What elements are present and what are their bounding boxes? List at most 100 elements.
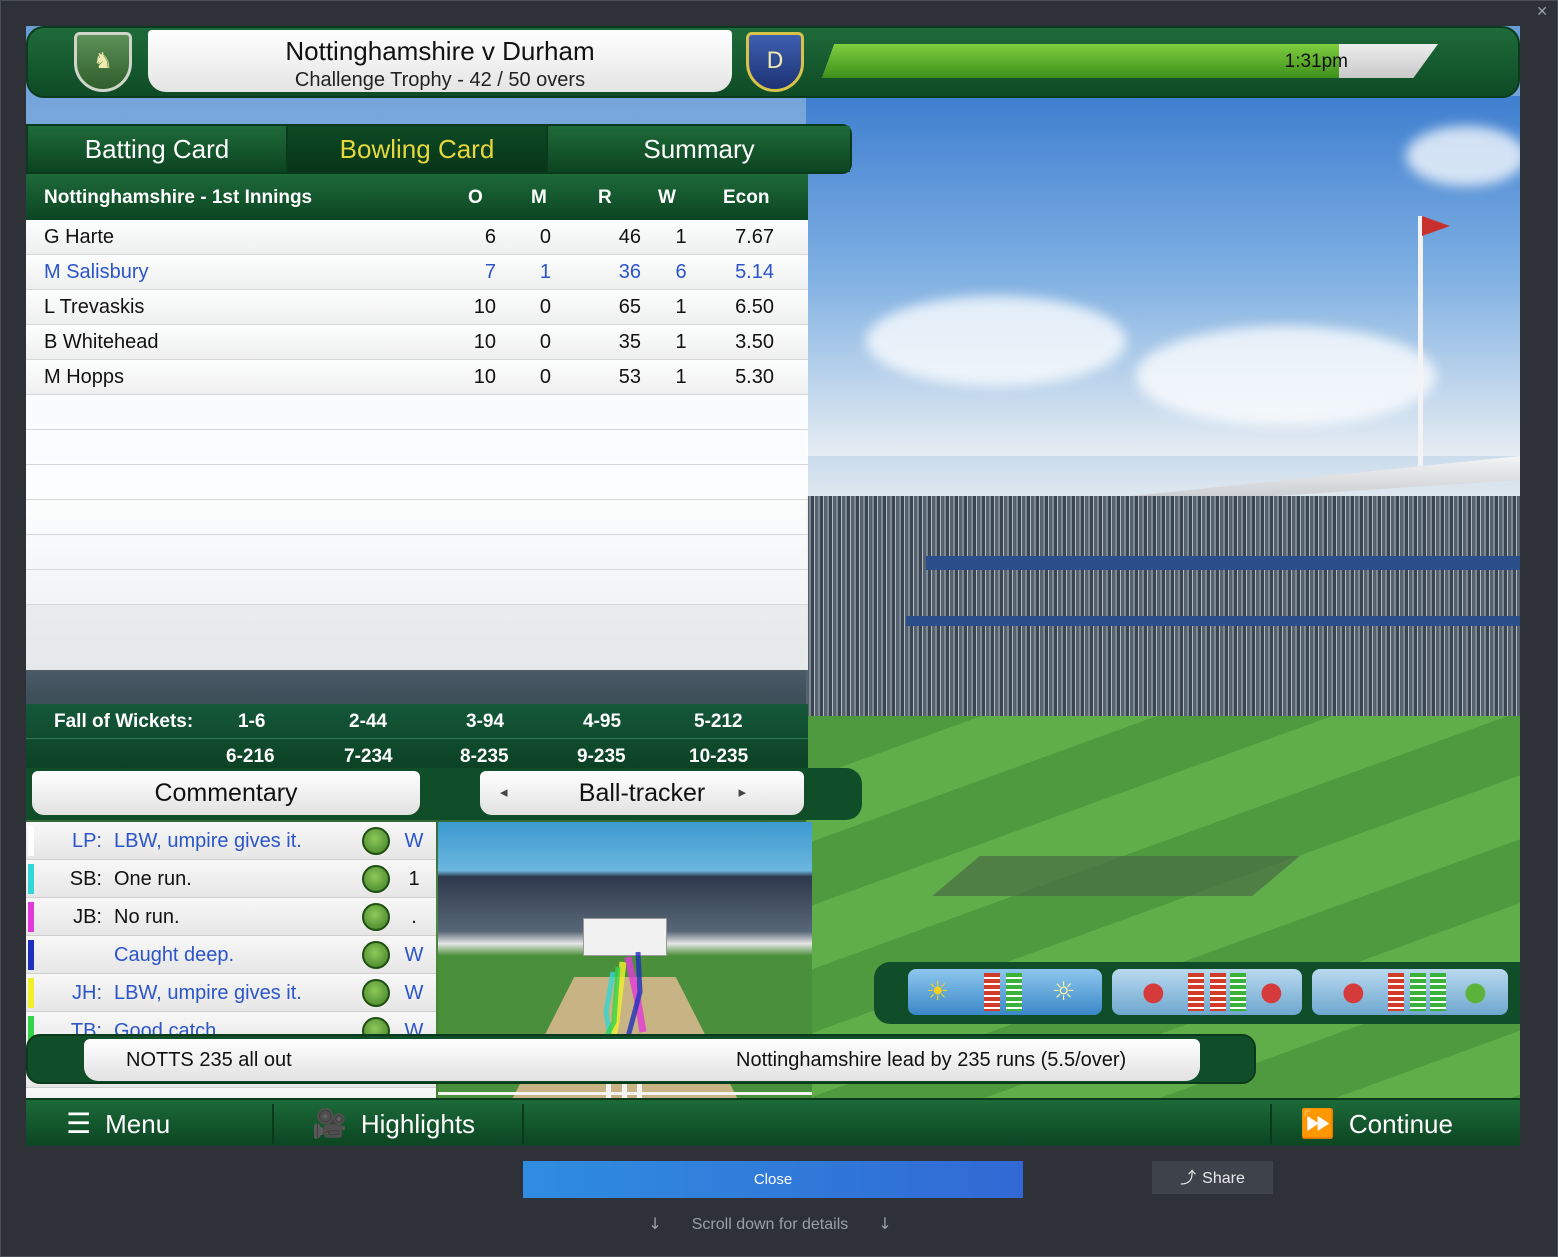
- maidens: 1: [539, 261, 551, 283]
- game-screenshot: ♞ Nottinghamshire v Durham Challenge Tro…: [26, 26, 1520, 1146]
- economy: 7.67: [735, 226, 774, 248]
- commentary-text: Caught deep.: [114, 944, 235, 966]
- ball-field-icon[interactable]: [362, 979, 390, 1007]
- table-row[interactable]: G Harte 6 0 46 1 7.67: [26, 220, 808, 255]
- ball-field-icon[interactable]: [362, 865, 390, 893]
- ball-result: W: [404, 830, 424, 852]
- col-runs: R: [598, 187, 612, 208]
- highlights-button[interactable]: 🎥 Highlights: [312, 1100, 475, 1146]
- sun-cloud-icon: ☀: [926, 977, 950, 1007]
- batsman-initials: JH:: [72, 982, 102, 1004]
- ball-box: ● ●: [1312, 969, 1508, 1015]
- overs: 7: [484, 261, 496, 283]
- menu-label: Menu: [105, 1109, 171, 1139]
- table-row[interactable]: M Salisbury 7 1 36 6 5.14: [26, 255, 808, 290]
- continue-label: Continue: [1348, 1109, 1453, 1139]
- table-header: Nottinghamshire - 1st Innings O M R W Ec…: [26, 174, 808, 220]
- fow-item: 2-44: [349, 711, 388, 732]
- economy: 5.30: [735, 366, 774, 388]
- col-wickets: W: [658, 187, 676, 208]
- batsman-color-marker: [28, 826, 34, 856]
- match-header: ♞ Nottinghamshire v Durham Challenge Tro…: [26, 26, 1520, 98]
- runs: 46: [618, 226, 641, 248]
- tab-ball-tracker[interactable]: ◂ Ball-tracker ▸: [480, 771, 804, 815]
- weather-box: ☀ ☼: [908, 969, 1102, 1015]
- ball-seam-icon: ●: [1342, 977, 1365, 1007]
- menu-list-icon: ☰: [66, 1107, 92, 1140]
- fow-item: 7-234: [344, 746, 393, 767]
- maidens: 0: [539, 331, 551, 353]
- continue-button[interactable]: ⏩ Continue: [1300, 1100, 1453, 1146]
- wickets: 1: [675, 366, 687, 388]
- ball-tracker-label: Ball-tracker: [578, 779, 706, 807]
- commentary-item[interactable]: SB: One run. 1: [26, 860, 436, 898]
- batsman-color-marker: [28, 864, 34, 894]
- fall-of-wickets: Fall of Wickets: 1-6 2-44 3-94 4-95 5-21…: [26, 704, 808, 774]
- commentary-item[interactable]: JH: LBW, umpire gives it. W: [26, 974, 436, 1012]
- lead-summary: Nottinghamshire lead by 235 runs (5.5/ov…: [736, 1049, 1127, 1071]
- runs: 53: [618, 366, 641, 388]
- match-subtitle: Challenge Trophy - 42 / 50 overs: [294, 69, 586, 91]
- innings-title: Nottinghamshire - 1st Innings: [44, 187, 313, 208]
- window-close-icon[interactable]: ✕: [1536, 4, 1548, 20]
- commentary-item[interactable]: Caught deep. W: [26, 936, 436, 974]
- close-button[interactable]: Close: [523, 1161, 1023, 1198]
- ball-result: .: [411, 906, 417, 928]
- tab-batting-card[interactable]: Batting Card: [28, 126, 288, 172]
- score-summary: NOTTS 235 all out: [126, 1049, 292, 1071]
- scorecard-panel: Batting Card Bowling Card Summary Nottin…: [26, 124, 862, 1146]
- batsman-color-marker: [28, 978, 34, 1008]
- ball-field-icon[interactable]: [362, 941, 390, 969]
- table-row[interactable]: M Hopps 10 0 53 1 5.30: [26, 360, 808, 395]
- commentary-item[interactable]: JB: No run..: [26, 898, 436, 936]
- ball-field-icon[interactable]: [362, 903, 390, 931]
- commentary-text: LBW, umpire gives it.: [114, 830, 302, 852]
- pitch-strip: [932, 856, 1300, 896]
- batsman-initials: SB:: [69, 868, 102, 890]
- maidens: 0: [539, 366, 551, 388]
- commentary-text: LBW, umpire gives it.: [114, 982, 302, 1004]
- fow-item: 3-94: [466, 711, 505, 732]
- conditions-panel[interactable]: ☀ ☼ ● ● ● ●: [874, 962, 1520, 1024]
- ball-result: W: [404, 982, 424, 1004]
- fow-item: 6-216: [226, 746, 275, 767]
- tab-summary[interactable]: Summary: [548, 126, 850, 172]
- grandstand: [806, 496, 1520, 726]
- share-label: Share: [1202, 1170, 1245, 1187]
- ball-field-icon[interactable]: [362, 827, 390, 855]
- fow-item: 10-235: [689, 746, 749, 767]
- fast-forward-icon: ⏩: [1300, 1107, 1335, 1140]
- commentary-text: No run.: [114, 906, 180, 928]
- flag-mast: [1418, 216, 1423, 466]
- bowler-name: G Harte: [44, 226, 115, 248]
- table-row[interactable]: L Trevaskis 10 0 65 1 6.50: [26, 290, 808, 325]
- fow-item: 1-6: [238, 711, 266, 732]
- next-arrow-icon[interactable]: ▸: [738, 771, 746, 815]
- scorecard-tabs: Batting Card Bowling Card Summary: [26, 124, 852, 174]
- col-overs: O: [468, 187, 483, 208]
- flag: [1422, 216, 1450, 236]
- bowler-name: L Trevaskis: [44, 296, 145, 318]
- light-bulb-icon: ☼: [1052, 977, 1076, 1007]
- match-title: Nottinghamshire v Durham: [285, 36, 595, 66]
- menu-button[interactable]: ☰ Menu: [66, 1100, 170, 1146]
- tab-commentary[interactable]: Commentary: [32, 771, 420, 815]
- commentary-tabs: Commentary ◂ Ball-tracker ▸: [26, 768, 862, 820]
- table-row[interactable]: B Whitehead 10 0 35 1 3.50: [26, 325, 808, 360]
- bottom-nav-bar: ☰ Menu 🎥 Highlights ⏩ Continue: [26, 1098, 1520, 1146]
- wickets: 6: [675, 261, 687, 283]
- share-button[interactable]: ⤴ Share: [1152, 1161, 1273, 1194]
- prev-arrow-icon[interactable]: ◂: [500, 771, 508, 815]
- overs: 10: [473, 296, 496, 318]
- bowler-name: M Salisbury: [44, 261, 149, 283]
- wickets: 1: [675, 296, 687, 318]
- bowling-card-table: Nottinghamshire - 1st Innings O M R W Ec…: [26, 174, 808, 670]
- bowler-name: M Hopps: [44, 366, 125, 388]
- col-economy: Econ: [723, 187, 770, 208]
- wickets: 1: [675, 331, 687, 353]
- batsman-initials: JB:: [73, 906, 102, 928]
- overs: 6: [484, 226, 496, 248]
- tab-bowling-card[interactable]: Bowling Card: [288, 126, 548, 172]
- commentary-item[interactable]: LP: LBW, umpire gives it. W: [26, 822, 436, 860]
- down-arrow-icon: ↓: [648, 1214, 662, 1233]
